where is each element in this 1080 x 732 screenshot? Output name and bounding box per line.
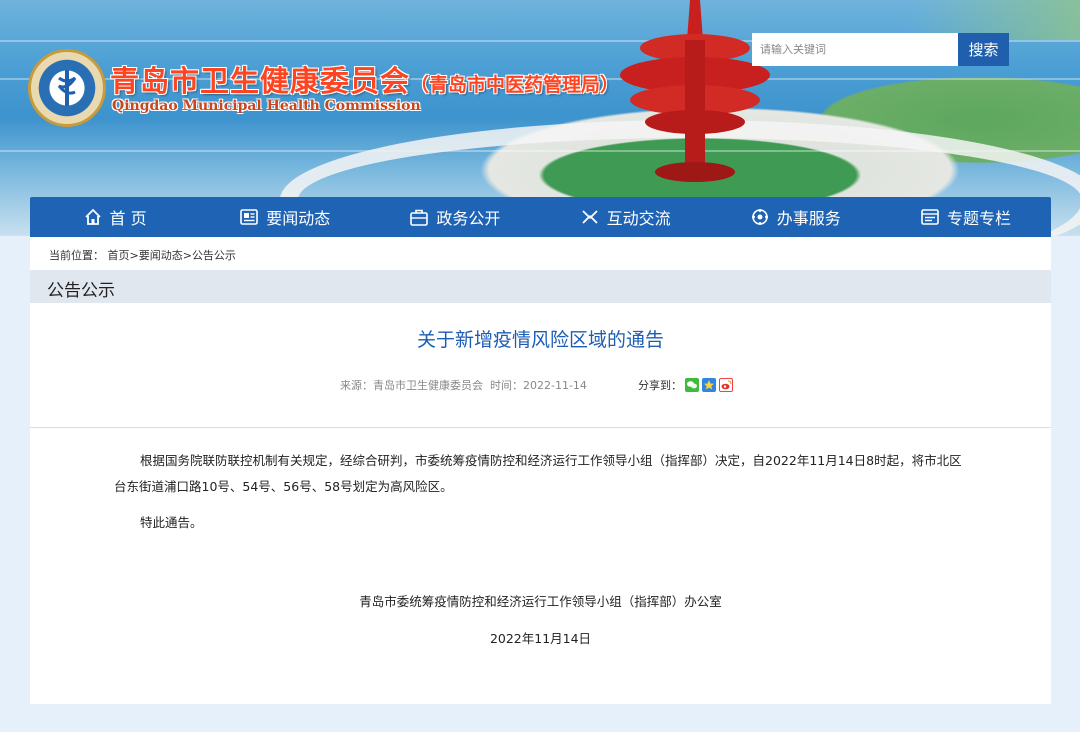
nav-item-label: 专题专栏 bbox=[946, 209, 1011, 228]
nav-item-label: 政务公开 bbox=[436, 209, 501, 228]
section-header: 公告公示 bbox=[30, 270, 1051, 303]
caduceus-icon bbox=[57, 70, 77, 106]
nav-item-home[interactable]: 首 页 bbox=[30, 197, 200, 237]
weibo-icon[interactable] bbox=[719, 378, 733, 392]
breadcrumb-separator: > bbox=[182, 249, 192, 262]
breadcrumb-link-news[interactable]: 要闻动态 bbox=[139, 249, 183, 262]
site-title-english: Qingdao Municipal Health Commission bbox=[112, 98, 421, 114]
site-title: 青岛市卫生健康委员会（青岛市中医药管理局） bbox=[110, 58, 619, 100]
article-source: 青岛市卫生健康委员会 bbox=[373, 379, 483, 392]
nav-item-label: 办事服务 bbox=[776, 209, 841, 228]
interaction-icon bbox=[581, 210, 598, 224]
site-title-sub: （青岛市中医药管理局） bbox=[410, 74, 620, 96]
nav-item-label: 互动交流 bbox=[606, 209, 671, 228]
content-panel: 当前位置： 首页>要闻动态>公告公示 公告公示 关于新增疫情风险区域的通告 来源… bbox=[30, 237, 1051, 704]
may-fourth-sculpture-icon bbox=[620, 0, 770, 182]
service-icon bbox=[751, 209, 768, 225]
article-signature: 青岛市委统筹疫情防控和经济运行工作领导小组（指挥部）办公室 bbox=[359, 594, 722, 609]
article-time: 2022-11-14 bbox=[523, 379, 587, 392]
nav-item-interaction[interactable]: 互动交流 bbox=[541, 197, 711, 237]
commission-logo-icon bbox=[28, 49, 106, 127]
share-bar: 分享到： bbox=[638, 377, 733, 393]
article-body: 根据国务院联防联控机制有关规定，经综合研判，市委统筹疫情防控和经济运行工作领导小… bbox=[114, 448, 974, 536]
breadcrumb-separator: > bbox=[129, 249, 139, 262]
article-paragraph: 根据国务院联防联控机制有关规定，经综合研判，市委统筹疫情防控和经济运行工作领导小… bbox=[114, 453, 962, 494]
nav-item-label: 要闻动态 bbox=[266, 209, 331, 228]
nav-item-topics[interactable]: 专题专栏 bbox=[881, 197, 1051, 237]
site-title-main: 青岛市卫生健康委员会 bbox=[110, 64, 411, 98]
article-title: 关于新增疫情风险区域的通告 bbox=[416, 329, 664, 351]
breadcrumb-link-announcements[interactable]: 公告公示 bbox=[192, 249, 236, 262]
article-date: 2022年11月14日 bbox=[489, 631, 592, 646]
search-input[interactable] bbox=[752, 33, 958, 66]
nav-item-government-affairs[interactable]: 政务公开 bbox=[370, 197, 540, 237]
briefcase-icon bbox=[410, 209, 429, 226]
divider bbox=[30, 427, 1051, 428]
time-label: 时间： bbox=[490, 379, 523, 392]
qzone-icon[interactable] bbox=[702, 378, 716, 392]
topic-icon bbox=[921, 209, 939, 225]
breadcrumb: 当前位置： 首页>要闻动态>公告公示 bbox=[49, 247, 236, 263]
nav-item-services[interactable]: 办事服务 bbox=[711, 197, 881, 237]
main-nav: 首 页 要闻动态 政务公开 互动交流 办事服务 专题专栏 bbox=[30, 197, 1051, 237]
nav-item-news[interactable]: 要闻动态 bbox=[200, 197, 370, 237]
breadcrumb-link-home[interactable]: 首页 bbox=[108, 249, 130, 262]
article-closing: 特此通告。 bbox=[140, 515, 203, 530]
article-meta: 来源：青岛市卫生健康委员会 时间：2022-11-14 bbox=[340, 377, 587, 393]
news-icon bbox=[240, 209, 259, 225]
share-label: 分享到： bbox=[638, 379, 682, 392]
search-button[interactable]: 搜索 bbox=[958, 33, 1009, 66]
nav-item-label: 首 页 bbox=[109, 209, 147, 228]
breadcrumb-prefix: 当前位置： bbox=[49, 249, 104, 262]
home-icon bbox=[84, 208, 101, 225]
source-label: 来源： bbox=[340, 379, 373, 392]
section-title: 公告公示 bbox=[47, 281, 115, 301]
wechat-icon[interactable] bbox=[685, 378, 699, 392]
